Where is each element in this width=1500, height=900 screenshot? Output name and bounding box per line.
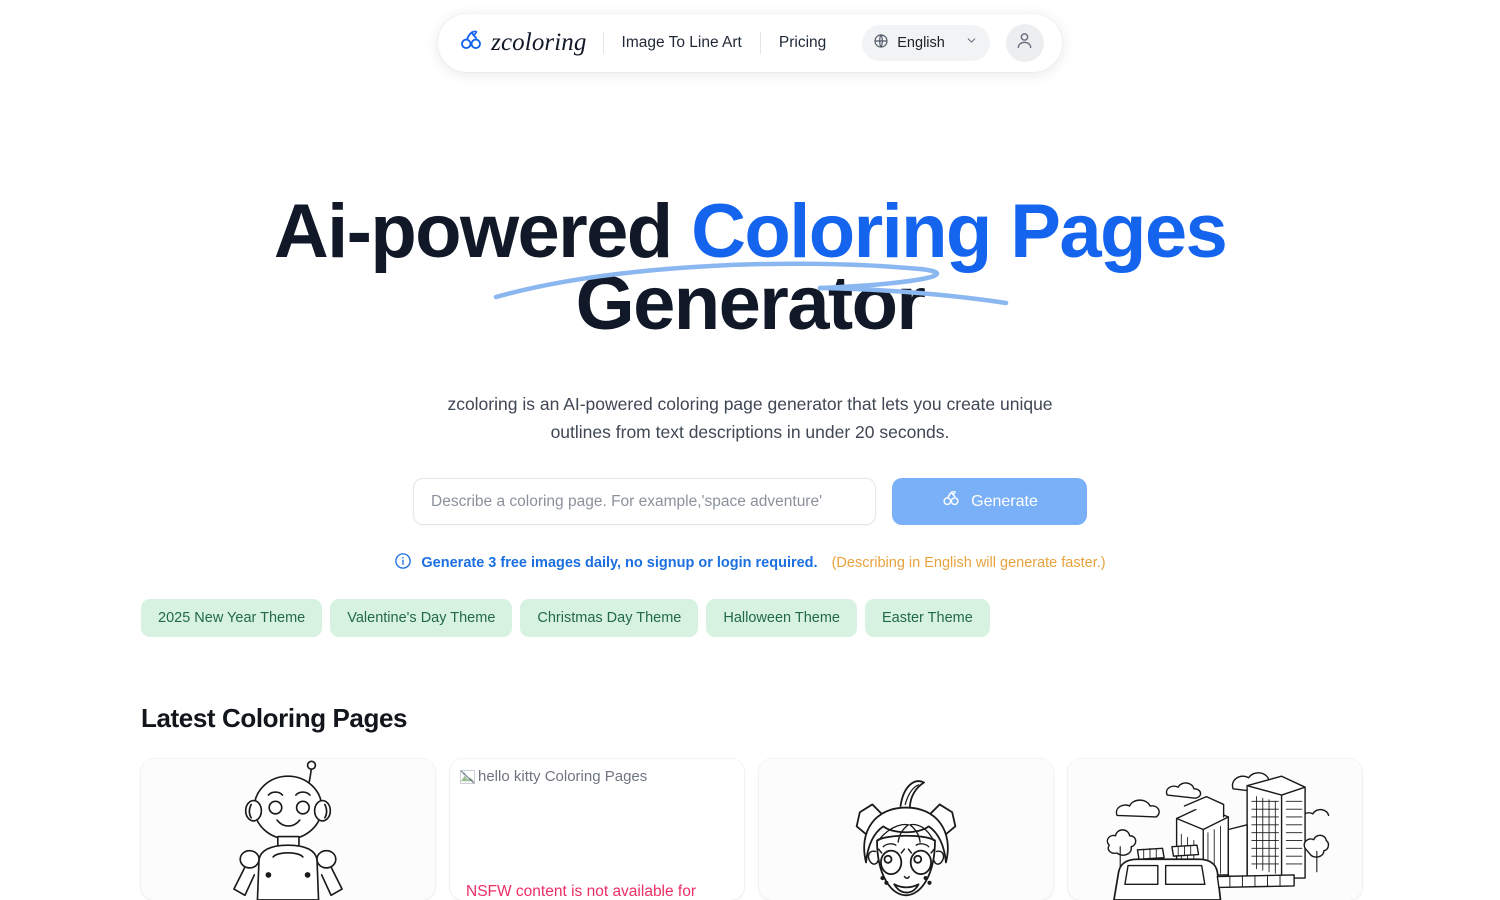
theme-chip-valentines[interactable]: Valentine's Day Theme (330, 599, 513, 637)
coloring-card-robot[interactable] (141, 759, 435, 900)
account-avatar-button[interactable] (1005, 24, 1044, 62)
info-circle-icon (394, 552, 412, 574)
coloring-card-city-firetruck[interactable] (1068, 759, 1362, 900)
coloring-card-cute-girl[interactable] (759, 759, 1053, 900)
broken-image-alt-text: hello kitty Coloring Pages (478, 768, 648, 785)
broken-image-icon (460, 770, 475, 784)
nav-pricing[interactable]: Pricing (761, 14, 844, 72)
header-pill: zcoloring Image To Line Art Pricing Engl… (438, 14, 1062, 72)
prompt-input[interactable] (413, 478, 876, 525)
free-quota-notice: Generate 3 free images daily, no signup … (0, 552, 1500, 574)
cherry-icon (941, 489, 961, 514)
theme-chip-list: 2025 New Year Theme Valentine's Day Them… (141, 599, 990, 637)
latest-coloring-pages-grid: hello kitty Coloring Pages NSFW content … (141, 759, 1362, 900)
theme-chip-halloween[interactable]: Halloween Theme (706, 599, 857, 637)
prompt-row: Generate (0, 478, 1500, 525)
language-label: English (897, 35, 945, 51)
nav-image-to-line-art[interactable]: Image To Line Art (604, 14, 760, 72)
language-selector[interactable]: English (862, 25, 990, 61)
hero-section: Ai-powered Coloring Pages Generator zcol… (0, 194, 1500, 446)
theme-chip-new-year[interactable]: 2025 New Year Theme (141, 599, 323, 637)
cherry-icon (458, 28, 484, 59)
generate-button[interactable]: Generate (892, 478, 1087, 525)
notice-secondary-text: (Describing in English will generate fas… (831, 555, 1106, 571)
page-title: Ai-powered Coloring Pages Generator (0, 194, 1500, 342)
hero-subtitle: zcoloring is an AI-powered coloring page… (447, 394, 1053, 442)
robot-line-art (233, 760, 343, 900)
section-title-latest: Latest Coloring Pages (141, 703, 408, 733)
page-root: zcoloring Image To Line Art Pricing Engl… (0, 0, 1500, 900)
headline-text-second-line: Generator (575, 261, 926, 346)
nsfw-warning-text: NSFW content is not available for (466, 883, 697, 900)
coloring-card-hello-kitty[interactable]: hello kitty Coloring Pages NSFW content … (450, 759, 744, 900)
city-firetruck-line-art (1106, 772, 1330, 900)
brand-name: zcoloring (491, 29, 587, 56)
brand-logo[interactable]: zcoloring (458, 28, 602, 59)
header: zcoloring Image To Line Art Pricing Engl… (0, 14, 1500, 72)
broken-image-placeholder: hello kitty Coloring Pages (460, 768, 734, 786)
generate-button-label: Generate (971, 492, 1038, 510)
notice-primary-text: Generate 3 free images daily, no signup … (421, 555, 818, 571)
chevron-down-icon (965, 34, 978, 52)
theme-chip-christmas[interactable]: Christmas Day Theme (520, 599, 699, 637)
user-avatar-icon (1014, 30, 1035, 56)
theme-chip-easter[interactable]: Easter Theme (864, 599, 990, 637)
cute-girl-line-art (855, 780, 957, 897)
globe-icon (873, 33, 889, 54)
